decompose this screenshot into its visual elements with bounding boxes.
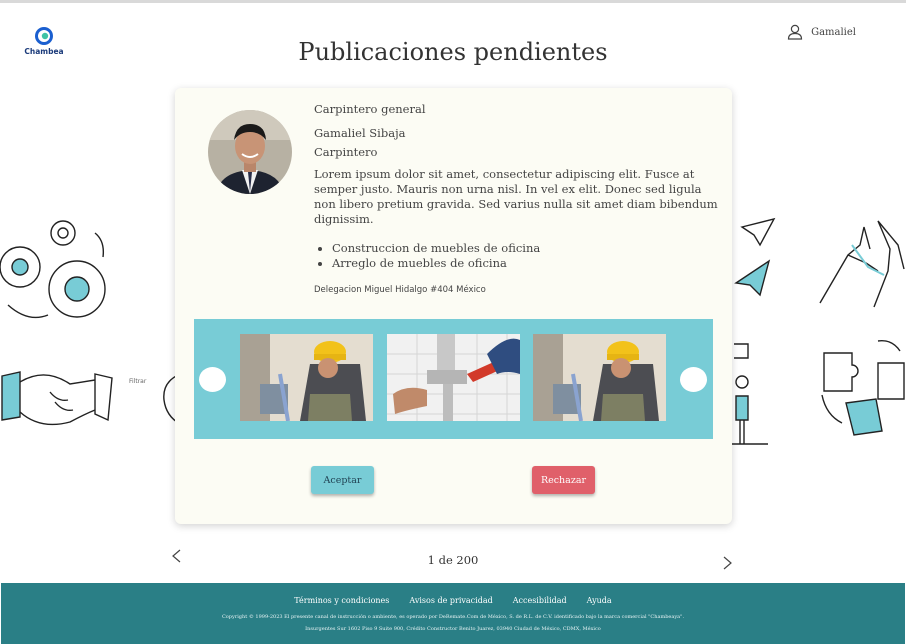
gears-illustration: [0, 220, 106, 319]
list-item: Arreglo de muebles de oficina: [332, 256, 724, 271]
reject-button[interactable]: Rechazar: [532, 466, 595, 494]
high-five-illustration: [819, 220, 905, 308]
copyright-text: Copyright © 1999-2023 El presente canal …: [221, 614, 685, 620]
publication-card: Carpintero general Gamaliel Sibaja Carpi…: [175, 88, 732, 524]
footer-link-terms[interactable]: Términos y condiciones: [294, 596, 389, 605]
carousel-image-wrench[interactable]: [387, 334, 520, 421]
paper-plane-illustration: [734, 217, 776, 297]
trade: Carpintero: [314, 145, 378, 159]
chevron-right-icon[interactable]: [722, 555, 734, 571]
image-carousel: [194, 319, 713, 439]
list-item: Construccion de muebles de oficina: [332, 241, 724, 256]
carousel-next-button[interactable]: [680, 367, 707, 392]
footer-link-accessibility[interactable]: Accesibilidad: [513, 596, 567, 605]
person-name: Gamaliel Sibaja: [314, 126, 406, 140]
footer: Términos y condiciones Avisos de privaci…: [1, 583, 905, 644]
footer-links: Términos y condiciones Avisos de privaci…: [1, 596, 905, 605]
carousel-prev-button[interactable]: [199, 367, 226, 392]
avatar-photo: [208, 110, 292, 194]
description: Lorem ipsum dolor sit amet, consectetur …: [314, 167, 718, 226]
accept-button[interactable]: Aceptar: [311, 466, 374, 494]
footer-address: Insurgentes Sur 1602 Piso 9 Suite 900, C…: [305, 626, 601, 632]
skills-list: Construccion de muebles de oficina Arreg…: [314, 241, 724, 271]
carousel-image-plumber[interactable]: [240, 334, 373, 421]
page-title: Publicaciones pendientes: [298, 38, 608, 66]
footer-link-privacy[interactable]: Avisos de privacidad: [409, 596, 492, 605]
filter-link[interactable]: Filtrar: [129, 378, 146, 385]
carousel-image-plumber-2[interactable]: [533, 334, 666, 421]
user-name: Gamaliel: [811, 26, 856, 38]
avatar: [208, 110, 292, 194]
job-title: Carpintero general: [314, 102, 426, 116]
address: Delegacion Miguel Hidalgo #404 México: [314, 285, 486, 295]
footer-link-help[interactable]: Ayuda: [587, 596, 612, 605]
handshake-illustration: [1, 371, 113, 426]
person-flag-illustration: [732, 343, 768, 445]
puzzle-illustration: [821, 340, 905, 436]
top-border: [0, 0, 906, 3]
pagination-text: 1 de 200: [427, 553, 479, 567]
